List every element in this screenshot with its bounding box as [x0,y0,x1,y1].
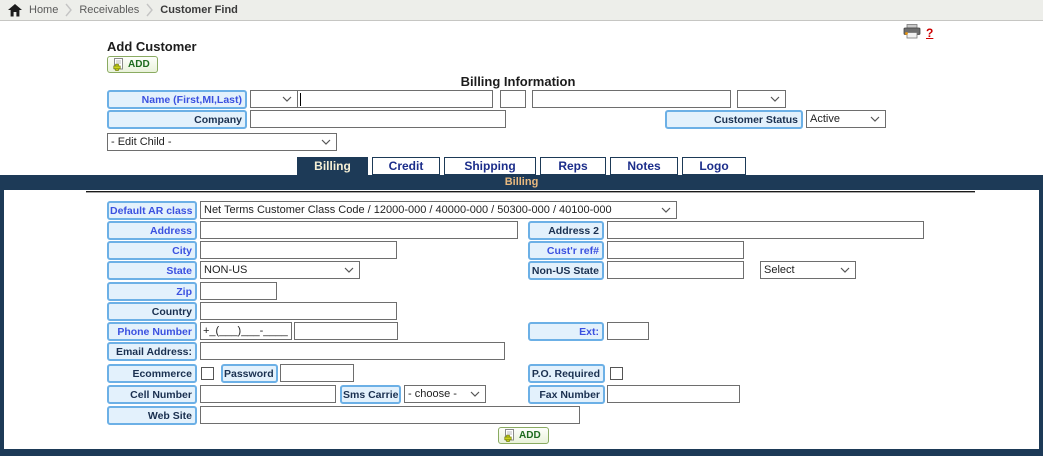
breadcrumb: Home Receivables Customer Find [0,0,1043,21]
add-icon [112,58,124,71]
ext-label: Ext: [528,322,604,341]
customer-ref-label: Cust'r ref# [528,241,604,260]
ecommerce-label: Ecommerce [107,364,197,383]
password-label: Password [221,364,278,383]
fax-number-input[interactable] [607,385,740,403]
address2-input[interactable] [607,221,924,239]
divider [86,191,975,193]
city-label: City [107,241,197,260]
name-prefix-select[interactable] [250,90,298,108]
address-input[interactable] [200,221,518,239]
home-icon[interactable] [8,4,22,17]
chevron-down-icon [470,391,480,397]
sms-carrier-select[interactable]: - choose - [404,385,486,403]
last-name-input[interactable] [532,90,731,108]
edit-child-value: - Edit Child - [111,136,172,148]
ecommerce-checkbox[interactable] [201,367,214,380]
name-suffix-select[interactable] [737,90,786,108]
sms-carrier-value: - choose - [408,388,457,400]
state-label: State [107,261,197,280]
non-us-state-input[interactable] [607,261,744,279]
company-input[interactable] [250,110,506,128]
customer-ref-input[interactable] [607,241,744,259]
state-select[interactable]: NON-US [200,261,360,279]
customer-status-label: Customer Status [665,110,803,129]
address-label: Address [107,221,197,240]
email-address-label: Email Address: [107,342,197,361]
zip-input[interactable] [200,282,277,300]
address2-label: Address 2 [528,221,604,240]
non-us-state-select[interactable]: Select [760,261,856,279]
non-us-state-select-value: Select [764,264,795,276]
web-site-input[interactable] [200,406,580,424]
default-ar-class-select[interactable]: Net Terms Customer Class Code / 12000-00… [200,201,677,219]
web-site-label: Web Site [107,406,197,425]
ext-input[interactable] [607,322,649,340]
chevron-down-icon [282,96,292,102]
breadcrumb-current-page: Customer Find [160,4,238,16]
customer-status-select[interactable]: Active [806,110,886,128]
printer-icon[interactable] [903,24,921,39]
chevron-right-icon [146,3,153,17]
password-input[interactable] [280,364,354,382]
chevron-down-icon [344,267,354,273]
tab-logo[interactable]: Logo [682,157,746,175]
cell-number-input[interactable] [200,385,336,403]
tab-reps[interactable]: Reps [540,157,606,175]
chevron-down-icon [870,116,880,122]
first-name-input[interactable] [297,90,493,108]
breadcrumb-receivables[interactable]: Receivables [79,4,139,16]
state-value: NON-US [204,264,247,276]
chevron-down-icon [770,96,780,102]
tab-credit[interactable]: Credit [372,157,440,175]
chevron-down-icon [661,207,671,213]
cell-number-label: Cell Number [107,385,197,404]
billing-information-title: Billing Information [0,74,1036,89]
add-button-bottom[interactable]: ADD [498,427,549,444]
email-address-input[interactable] [200,342,505,360]
company-label: Company [107,110,247,129]
name-label: Name (First,MI,Last) [107,90,247,109]
text-cursor [300,93,301,106]
po-required-checkbox[interactable] [610,367,623,380]
tab-shipping[interactable]: Shipping [444,157,536,175]
sms-carrier-label: Sms Carrier [340,385,401,404]
add-icon [503,429,515,442]
po-required-label: P.O. Required [528,364,605,383]
page-title: Add Customer [107,39,197,54]
chevron-right-icon [65,3,72,17]
customer-status-value: Active [810,113,840,125]
tab-notes[interactable]: Notes [610,157,678,175]
zip-label: Zip [107,282,197,301]
add-button-top[interactable]: ADD [107,56,158,73]
billing-section-bar: Billing [0,175,1043,190]
add-button-label: ADD [128,59,150,70]
non-us-state-label: Non-US State [528,261,604,280]
breadcrumb-home[interactable]: Home [29,4,58,16]
edit-child-select[interactable]: - Edit Child - [107,133,337,151]
customer-find-page: Home Receivables Customer Find ? Add Cus… [0,0,1043,456]
city-input[interactable] [200,241,397,259]
country-input[interactable] [200,302,397,320]
chevron-down-icon [321,139,331,145]
phone-number2-input[interactable] [294,322,398,340]
chevron-down-icon [840,267,850,273]
default-ar-class-value: Net Terms Customer Class Code / 12000-00… [204,204,612,216]
country-label: Country [107,302,197,321]
middle-initial-input[interactable] [500,90,526,108]
tab-bar: Billing Credit Shipping Reps Notes Logo [0,157,1043,175]
tab-billing[interactable]: Billing [297,157,368,175]
add-button-label: ADD [519,430,541,441]
phone-number-label: Phone Number [107,322,197,341]
fax-number-label: Fax Number [528,385,605,404]
help-link[interactable]: ? [926,26,933,40]
default-ar-class-label: Default AR class [107,201,197,220]
phone-number-input[interactable] [200,322,292,340]
